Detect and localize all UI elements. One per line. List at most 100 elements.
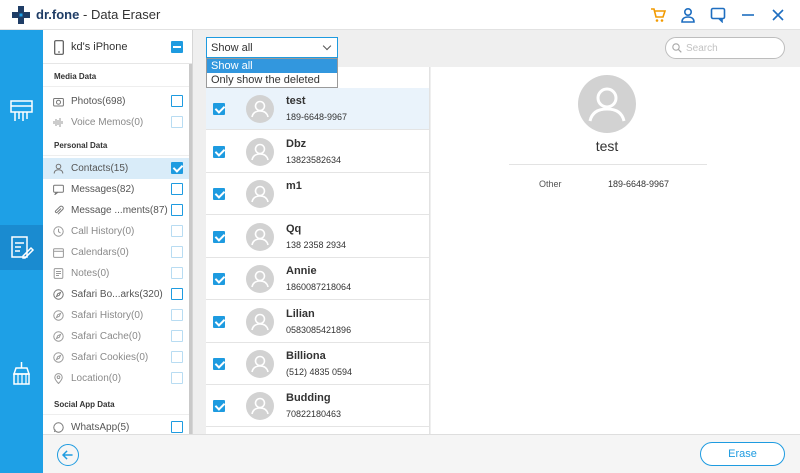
contact-row[interactable]: Dbz 13823582634 [206,131,429,173]
minimize-icon[interactable] [740,7,756,23]
contact-checkbox[interactable] [213,146,225,158]
category-notes[interactable]: Notes(0) [43,263,192,284]
category-safari-cookies[interactable]: Safari Cookies(0) [43,347,192,368]
avatar-icon [246,180,274,208]
contact-list: test 189-6648-9967 Dbz 13823582634 m1 Qq… [206,67,430,434]
search-placeholder: Search [686,43,718,54]
avatar-icon [246,350,274,378]
compass-icon [53,331,64,342]
phone-icon [54,40,64,55]
category-call-history[interactable]: Call History(0) [43,221,192,242]
contact-checkbox[interactable] [213,188,225,200]
contact-row[interactable]: test 189-6648-9967 [206,88,429,130]
category-checkbox[interactable] [171,116,183,128]
notes-icon [53,268,64,279]
search-icon [672,43,682,53]
avatar-icon [246,265,274,293]
category-contacts[interactable]: Contacts(15) [43,158,192,179]
category-checkbox[interactable] [171,330,183,342]
section-personal-data: Personal Data [43,134,192,156]
app-brand: dr.fone [36,7,80,22]
category-label: Contacts(15) [71,163,129,174]
feedback-icon[interactable] [710,7,726,24]
filter-option-only-deleted[interactable]: Only show the deleted [207,73,337,87]
category-label: Safari Bo...arks(320) [71,289,163,300]
scrollbar-thumb[interactable] [189,64,192,434]
category-safari-cache[interactable]: Safari Cache(0) [43,326,192,347]
category-label: Photos(698) [71,96,126,107]
category-checkbox[interactable] [171,288,183,300]
erase-all-data-icon[interactable] [8,98,35,125]
bottom-bar: Erase [43,434,800,473]
contact-row[interactable]: Qq 138 2358 2934 [206,216,429,258]
contact-detail-pane: test Other 189-6648-9967 [431,67,800,434]
app-module-title: Data Eraser [90,7,161,22]
compass-icon [53,352,64,363]
category-voice-memos[interactable]: Voice Memos(0) [43,112,192,133]
close-icon[interactable] [770,7,786,23]
left-nav [0,30,43,473]
category-checkbox[interactable] [171,267,183,279]
detail-contact-name: test [595,138,619,154]
contact-name: Qq [286,223,302,235]
category-photos[interactable]: Photos(698) [43,91,192,112]
erase-button[interactable]: Erase [700,442,785,466]
contact-checkbox[interactable] [213,231,225,243]
category-checkbox[interactable] [171,309,183,321]
camera-icon [53,98,64,107]
filter-select[interactable]: Show all [206,37,338,58]
contact-name: Dbz [286,138,307,150]
contact-checkbox[interactable] [213,316,225,328]
category-message-attachments[interactable]: Message ...ments(87) [43,200,192,221]
category-panel: kd's iPhone Media Data Photos(698) Voice… [43,30,193,434]
category-checkbox[interactable] [171,225,183,237]
category-label: Calendars(0) [71,247,129,258]
category-whatsapp[interactable]: WhatsApp(5) [43,417,192,434]
category-label: Call History(0) [71,226,135,237]
avatar-icon [246,95,274,123]
category-checkbox[interactable] [171,421,183,433]
contact-row[interactable]: Annie 1860087218064 [206,258,429,300]
category-checkbox[interactable] [171,95,183,107]
category-checkbox[interactable] [171,162,183,174]
contact-row[interactable]: Lilian 0583085421896 [206,301,429,343]
contact-phone: (512) 4835 0594 [286,367,353,377]
contact-checkbox[interactable] [213,358,225,370]
search-input[interactable]: Search [665,37,785,59]
contact-name: Lilian [286,308,315,320]
category-safari-history[interactable]: Safari History(0) [43,305,192,326]
category-checkbox[interactable] [171,372,183,384]
category-calendars[interactable]: Calendars(0) [43,242,192,263]
device-row[interactable]: kd's iPhone [43,30,192,64]
select-all-partial-checkbox[interactable] [171,41,183,53]
contact-phone: 13823582634 [286,155,342,165]
space-saver-icon[interactable] [8,360,35,387]
contact-checkbox[interactable] [213,273,225,285]
section-social-app-data: Social App Data [43,393,192,415]
drfone-logo-icon [12,6,30,24]
contact-checkbox[interactable] [213,400,225,412]
app-title-separator: - [82,7,88,22]
erase-private-data-icon[interactable] [8,234,35,261]
contact-phone: 189-6648-9967 [286,112,348,122]
contact-name: Annie [286,265,317,277]
back-arrow-icon[interactable] [57,444,79,466]
chevron-down-icon [322,41,332,51]
category-checkbox[interactable] [171,183,183,195]
category-checkbox[interactable] [171,351,183,363]
category-location[interactable]: Location(0) [43,368,192,389]
contact-name: test [286,95,306,107]
contact-row[interactable]: Budding 70822180463 [206,385,429,427]
cart-icon[interactable] [650,7,667,23]
user-icon[interactable] [680,7,696,23]
filter-option-show-all[interactable]: Show all [207,59,337,73]
category-scrollbar[interactable] [189,64,192,434]
category-safari-bookmarks[interactable]: Safari Bo...arks(320) [43,284,192,305]
detail-field-label: Other [539,179,562,189]
contact-checkbox[interactable] [213,103,225,115]
category-messages[interactable]: Messages(82) [43,179,192,200]
contact-row[interactable]: Billiona (512) 4835 0594 [206,343,429,385]
contact-row[interactable]: m1 [206,173,429,215]
category-checkbox[interactable] [171,246,183,258]
category-checkbox[interactable] [171,204,183,216]
